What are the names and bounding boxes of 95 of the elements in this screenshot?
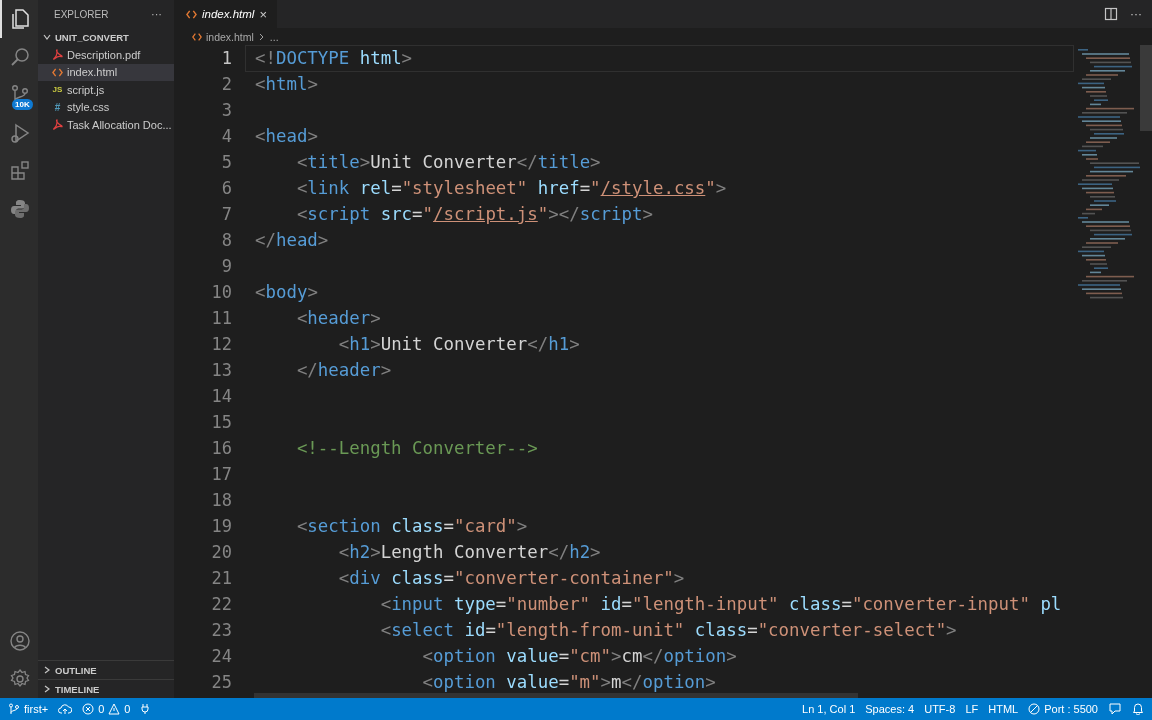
folder-header[interactable]: UNIT_CONVERT [38, 28, 174, 46]
line-number: 8 [220, 230, 232, 250]
python-icon [8, 197, 32, 221]
line-number: 1 [220, 48, 232, 68]
code-line: <option value="cm">cm</option> [421, 645, 737, 667]
code-line: </head> [255, 229, 329, 251]
breadcrumb-item[interactable]: ... [269, 30, 279, 43]
file-item[interactable]: Task Allocation Doc... [38, 116, 174, 134]
warning-icon [108, 703, 121, 715]
status-item[interactable]: UTF-8 [924, 703, 956, 715]
extensions-icon [8, 159, 32, 183]
scrollbar[interactable] [1140, 45, 1152, 131]
line-number: 23 [210, 620, 232, 640]
file-item[interactable]: # style.css [38, 98, 174, 116]
code-line: <select id="length-from-unit" class="converter-select"> [379, 619, 957, 641]
bell-icon[interactable] [1132, 703, 1144, 715]
code-line: <div class="converter-container"> [337, 567, 685, 589]
code-line: <option value="m">m</option> [421, 671, 716, 693]
close-button[interactable]: × [259, 6, 267, 22]
section-title: TIMELINE [55, 683, 100, 695]
code-line: <head> [255, 125, 318, 147]
run-debug-icon [8, 121, 32, 145]
code-line: <!--Length Converter--> [295, 437, 538, 459]
pdf-icon [52, 119, 63, 131]
line-number: 20 [210, 542, 232, 562]
status-item[interactable]: Ln 1, Col 1 [802, 703, 856, 715]
plug-icon[interactable] [140, 703, 151, 715]
port-status[interactable]: Port : 5500 [1028, 703, 1098, 715]
branch-status[interactable]: first+ [8, 703, 49, 715]
line-number: 21 [210, 568, 232, 588]
status-item[interactable]: HTML [988, 703, 1019, 715]
breadcrumb-item[interactable]: index.html [206, 30, 254, 43]
section-title: OUTLINE [55, 664, 97, 676]
code-line: <html> [255, 73, 318, 95]
line-number: 2 [220, 74, 232, 94]
line-number: 13 [210, 360, 232, 380]
file-item[interactable]: index.html [38, 63, 174, 81]
more-actions[interactable]: ··· [151, 8, 162, 20]
count-badge: 10K [12, 99, 33, 110]
line-number: 14 [210, 386, 232, 406]
chevron-icon [257, 31, 266, 42]
status-item[interactable]: Spaces: 4 [865, 703, 915, 715]
line-number: 4 [220, 126, 232, 146]
pdf-icon [52, 49, 63, 61]
problems-status[interactable]: 0 0 [82, 703, 131, 715]
code-brackets-icon [52, 66, 63, 78]
folder-name: UNIT_CONVERT [55, 31, 129, 43]
line-number: 6 [220, 178, 232, 198]
code-line: <header> [295, 307, 381, 329]
code-line: <h2>Length Converter</h2> [337, 541, 601, 563]
code-line: </header> [295, 359, 392, 381]
scrollbar[interactable] [254, 693, 858, 698]
file-item[interactable]: Description.pdf [38, 46, 174, 64]
line-number: 7 [220, 204, 232, 224]
section-header[interactable]: OUTLINE [38, 660, 174, 679]
file-item[interactable]: JS script.js [38, 81, 174, 99]
activity-item[interactable]: 10K [0, 76, 38, 114]
line-number: 18 [210, 490, 232, 510]
cloud-upload-icon[interactable] [58, 703, 73, 715]
hash-icon: # [52, 101, 63, 113]
line-number: 24 [210, 646, 232, 666]
line-number: 11 [210, 308, 232, 328]
blocked-icon [1028, 703, 1041, 715]
line-number: 17 [210, 464, 232, 484]
editor-tab[interactable]: index.html × [174, 0, 277, 28]
chevron-icon [42, 32, 52, 42]
line-number: 9 [220, 256, 232, 276]
code-line: <h1>Unit Converter</h1> [337, 333, 580, 355]
line-number: 25 [210, 672, 232, 692]
code-brackets-icon [192, 31, 202, 42]
js-icon: JS [52, 85, 63, 95]
status-item[interactable]: LF [965, 703, 979, 715]
line-number: 10 [210, 282, 232, 302]
error-icon [82, 703, 95, 715]
line-number: 19 [210, 516, 232, 536]
sidebar-title: EXPLORER [54, 8, 109, 20]
line-number: 5 [220, 152, 232, 172]
line-number: 3 [220, 100, 232, 120]
split-editor-icon[interactable] [1104, 7, 1118, 21]
code-line: <section class="card"> [295, 515, 528, 537]
line-number: 15 [210, 412, 232, 432]
more-actions[interactable]: ··· [1130, 7, 1142, 21]
code-line: <script src="/script.js"></script> [295, 203, 653, 225]
code-line: <!DOCTYPE html> [255, 47, 413, 69]
account-icon[interactable] [8, 629, 32, 653]
code-line: <title>Unit Converter</title> [295, 151, 601, 173]
line-number: 12 [210, 334, 232, 354]
code-line: <input type="number" id="length-input" class="converter-input" pl [379, 593, 1062, 615]
line-number: 22 [210, 594, 232, 614]
feedback-icon[interactable] [1108, 703, 1122, 715]
branch-icon [8, 703, 20, 715]
code-line: <link rel="stylesheet" href="/style.css"> [295, 177, 727, 199]
code-line: <body> [255, 281, 318, 303]
line-number: 16 [210, 438, 232, 458]
code-brackets-icon [186, 8, 197, 20]
